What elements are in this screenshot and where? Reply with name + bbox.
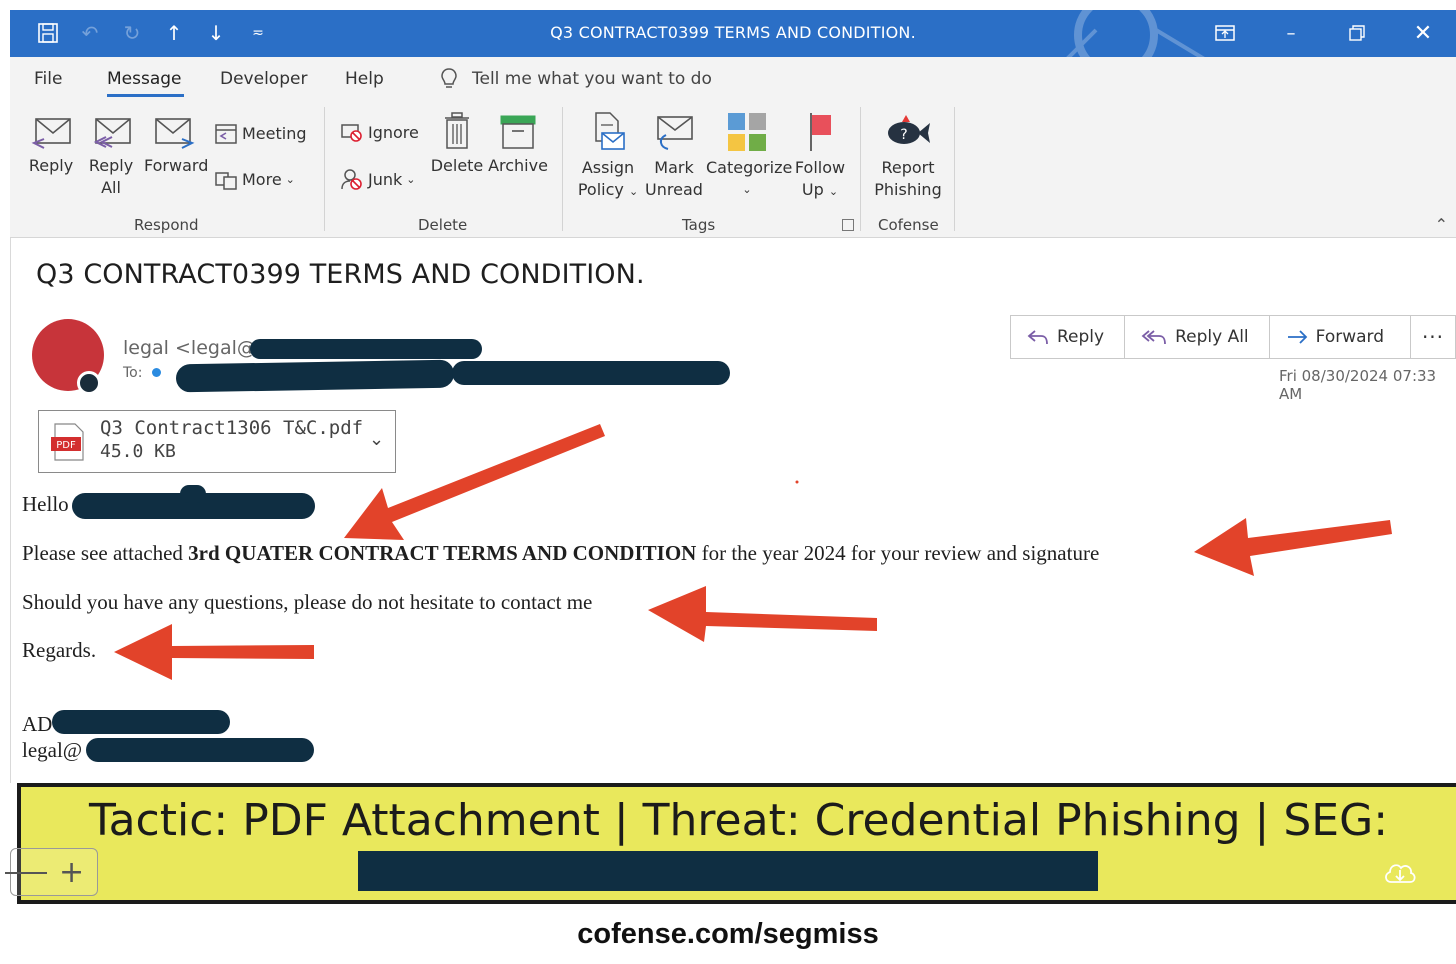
annotation-arrow [648, 586, 877, 642]
divider-line [5, 872, 47, 874]
annotation-arrow [114, 624, 314, 680]
footer-url[interactable]: cofense.com/segmiss [0, 918, 1456, 951]
plus-icon: + [59, 855, 85, 890]
redaction-bar [358, 851, 1098, 891]
annotation-arrow [1194, 518, 1392, 576]
annotation-dot [795, 480, 799, 484]
annotation-arrow [344, 424, 605, 540]
cloud-download-icon[interactable] [1382, 858, 1418, 888]
banner-text: Tactic: PDF Attachment | Threat: Credent… [88, 795, 1389, 846]
add-button[interactable]: + [5, 848, 98, 896]
outlook-message-window: ↶ ↻ ↑ ↓ ≂ Q3 CONTRACT0399 TERMS AND COND… [0, 0, 1456, 964]
